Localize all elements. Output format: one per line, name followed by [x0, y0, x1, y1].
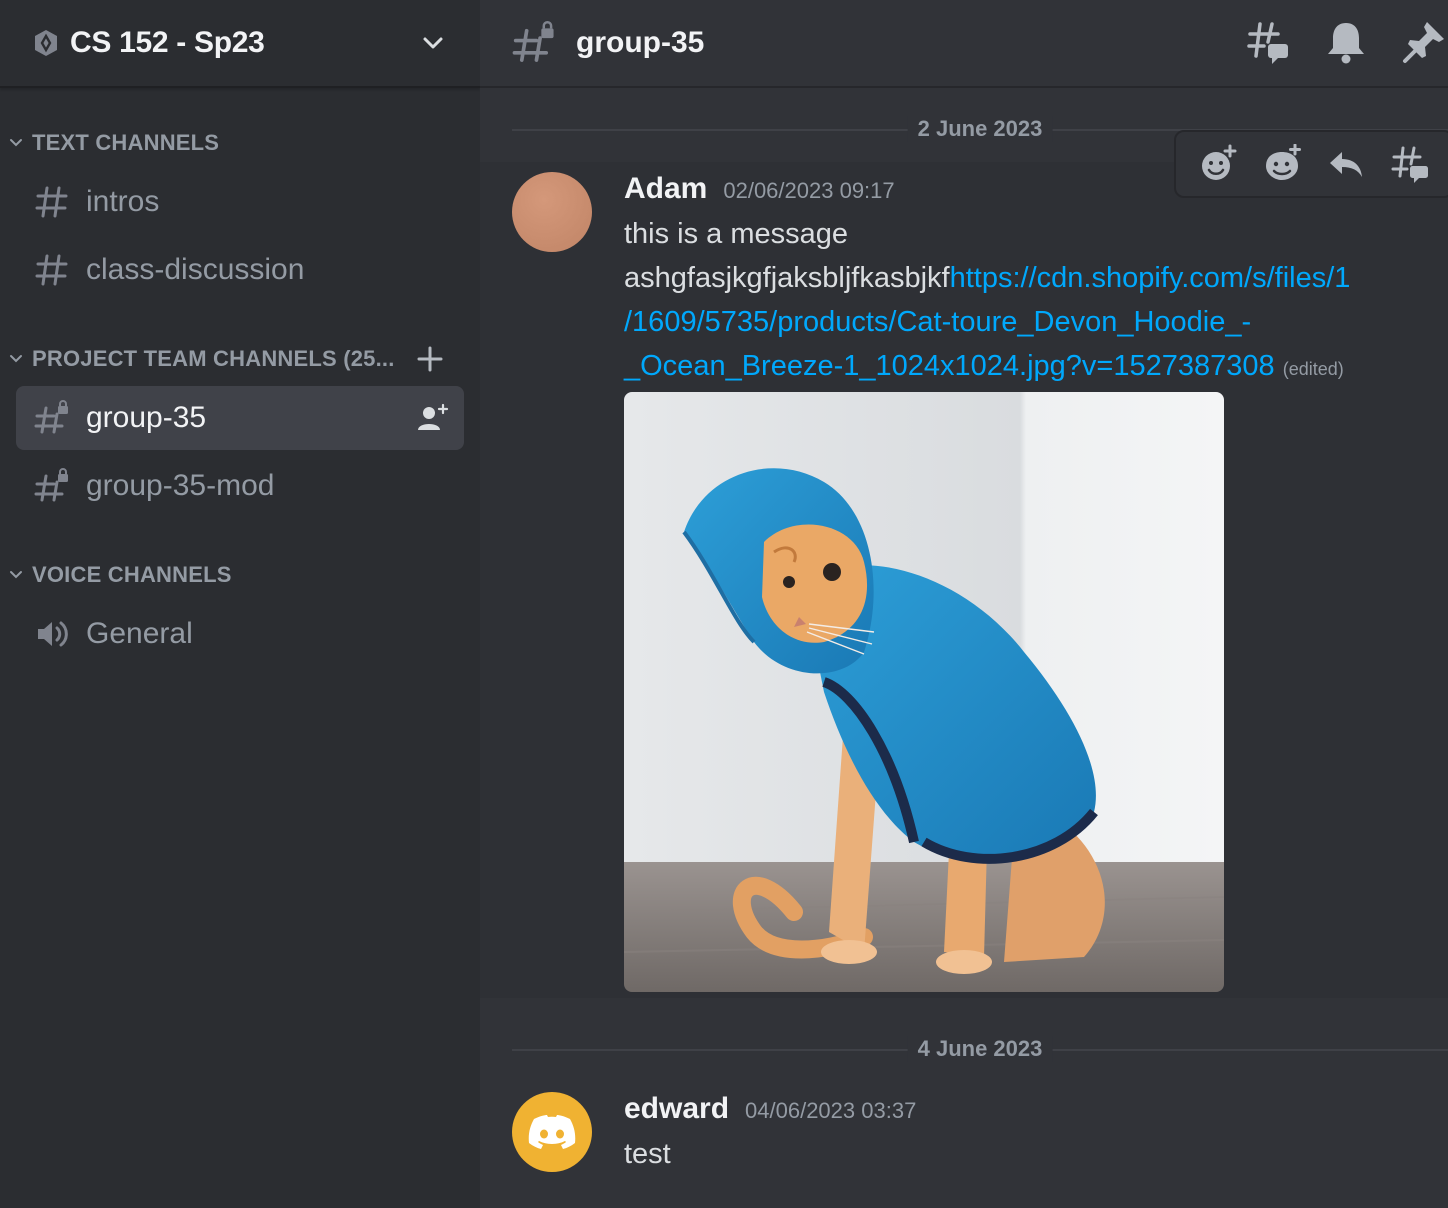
add-member-icon[interactable] — [416, 401, 450, 435]
message-link[interactable]: https://cdn.shopify.com/s/files/1 — [950, 262, 1351, 294]
chevron-down-icon[interactable] — [418, 28, 448, 58]
message-line: this is a message — [624, 218, 849, 250]
user-avatar[interactable] — [512, 1092, 592, 1172]
discord-logo-icon — [528, 1115, 576, 1149]
chevron-down-icon — [10, 355, 22, 363]
channel-group-35-mod[interactable]: group-35-mod — [16, 454, 464, 518]
header-toolbar — [1214, 18, 1448, 66]
category-label: PROJECT TEAM CHANNELS (25... — [32, 346, 395, 371]
channel-class-discussion[interactable]: class-discussion — [16, 238, 464, 302]
channel-intros[interactable]: intros — [16, 170, 464, 234]
message-line: ashgfasjkgfjaksbljfkasbjkfhttps://cdn.sh… — [624, 256, 1424, 300]
plus-icon[interactable] — [416, 345, 444, 373]
timestamp: 02/06/2023 09:17 — [723, 178, 895, 203]
date-label: 4 June 2023 — [907, 1036, 1053, 1062]
message-header: edward 04/06/2023 03:37 — [624, 1092, 916, 1126]
chat-area: group-35 2 June 2023 Adam 02/06/2023 09:… — [480, 0, 1448, 1208]
bell-icon[interactable] — [1322, 18, 1370, 66]
message-header: Adam 02/06/2023 09:17 — [624, 172, 895, 206]
locked-hash-icon — [34, 468, 68, 502]
category-project-team-channels[interactable]: PROJECT TEAM CHANNELS (25... — [8, 346, 443, 372]
image-attachment[interactable] — [624, 392, 1224, 992]
channel-header: group-35 — [480, 0, 1448, 88]
hash-icon — [35, 254, 68, 286]
pin-icon[interactable] — [1400, 18, 1448, 66]
category-text-channels[interactable]: TEXT CHANNELS — [8, 130, 219, 156]
date-label: 2 June 2023 — [907, 116, 1053, 142]
chevron-down-icon — [10, 139, 22, 147]
hash-icon — [35, 186, 68, 218]
category-label: TEXT CHANNELS — [32, 130, 220, 155]
channel-general-voice[interactable]: General — [16, 602, 464, 666]
server-badge-icon — [35, 30, 57, 56]
channel-label: group-35-mod — [86, 469, 275, 502]
chevron-down-icon — [10, 571, 22, 579]
channel-group-35[interactable]: group-35 — [16, 386, 464, 450]
message-content: this is a message ashgfasjkgfjaksbljfkas… — [624, 212, 1424, 391]
speaker-icon — [38, 621, 68, 647]
date-divider: 4 June 2023 — [512, 1036, 1448, 1062]
channel-label: class-discussion — [86, 253, 305, 286]
server-header[interactable]: CS 152 - Sp23 — [0, 0, 480, 88]
channel-label: General — [86, 617, 193, 650]
locked-hash-icon — [34, 400, 68, 434]
channel-title: group-35 — [576, 26, 705, 59]
channel-sidebar: CS 152 - Sp23 TEXT CHANNELS intros class… — [0, 0, 480, 1208]
user-avatar[interactable] — [512, 172, 592, 252]
message-link[interactable]: _Ocean_Breeze-1_1024x1024.jpg?v=15273873… — [624, 350, 1275, 382]
message-line: _Ocean_Breeze-1_1024x1024.jpg?v=15273873… — [624, 344, 1424, 391]
message-text: ashgfasjkgfjaksbljfkasbjkf — [624, 262, 950, 294]
server-name: CS 152 - Sp23 — [70, 26, 265, 59]
message-link[interactable]: /1609/5735/products/Cat-toure_Devon_Hood… — [624, 300, 1424, 344]
message-content: test — [624, 1138, 671, 1170]
edited-label: (edited) — [1282, 359, 1344, 379]
timestamp: 04/06/2023 03:37 — [745, 1098, 917, 1123]
category-voice-channels[interactable]: VOICE CHANNELS — [8, 562, 232, 588]
channel-label: group-35 — [86, 401, 207, 434]
locked-hash-icon — [512, 21, 554, 62]
message-edward: edward 04/06/2023 03:37 test — [512, 1092, 1432, 1192]
channel-label: intros — [86, 185, 160, 218]
threads-icon[interactable] — [1244, 18, 1292, 66]
category-label: VOICE CHANNELS — [32, 562, 232, 587]
username[interactable]: Adam — [624, 172, 707, 206]
username[interactable]: edward — [624, 1092, 729, 1126]
cat-hoodie-image — [624, 392, 1224, 992]
